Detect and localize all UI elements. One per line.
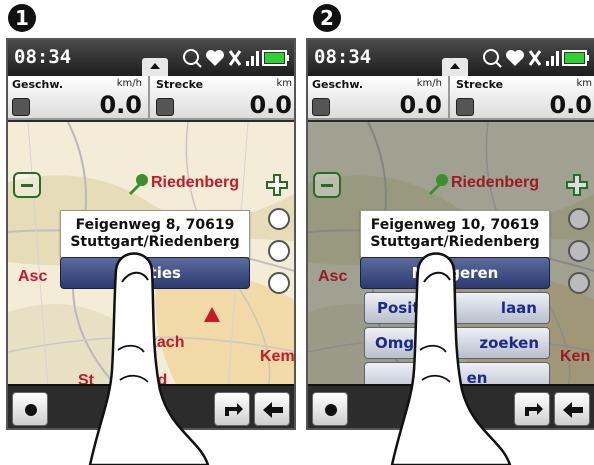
data-fields: Geschw. km/h 0.0 Strecke km 0.0 — [8, 76, 294, 120]
zoom-out-button[interactable] — [313, 172, 341, 198]
speed-unit: km/h — [116, 78, 142, 89]
address-line-2: Stuttgart/Riedenberg — [370, 234, 540, 250]
map-label-riedenberg: Riedenberg — [451, 174, 540, 191]
address-popup: Feigenweg 10, 70619 Stuttgart/Riedenberg — [360, 210, 550, 258]
save-position-label-end: laan — [500, 299, 537, 317]
distance-unit: km — [276, 78, 292, 89]
plus-icon — [566, 174, 588, 196]
speed-label: Geschw. — [312, 78, 364, 91]
status-bar: 08:34 — [308, 40, 594, 76]
rotate-screen-button[interactable] — [514, 392, 550, 426]
cadence-icon — [528, 50, 542, 66]
bicycle-icon[interactable] — [568, 208, 590, 230]
step-badge-1: 1 — [8, 4, 36, 32]
signal-icon — [246, 51, 259, 66]
speed-label: Geschw. — [12, 78, 64, 91]
bottom-bar — [8, 384, 294, 428]
direction-icon[interactable] — [568, 272, 590, 294]
compass-icon[interactable] — [568, 240, 590, 262]
bicycle-icon[interactable] — [268, 208, 290, 230]
record-button[interactable] — [12, 392, 48, 426]
distance-field[interactable]: Strecke km 0.0 — [452, 76, 594, 120]
speedometer-icon — [12, 98, 30, 116]
battery-icon — [562, 50, 589, 66]
rotate-screen-button[interactable] — [214, 392, 250, 426]
back-button[interactable] — [254, 392, 290, 426]
speed-unit: km/h — [416, 78, 442, 89]
back-arrow-icon — [263, 402, 283, 418]
gps-icon — [483, 49, 502, 68]
pull-down-tab[interactable] — [142, 58, 168, 76]
route-icon — [456, 98, 474, 116]
plus-icon — [266, 174, 288, 196]
navigate-button[interactable]: Navigeren — [360, 257, 550, 289]
search-nearby-label-end: zoeken — [479, 334, 539, 352]
zoom-out-button[interactable] — [13, 172, 41, 198]
distance-label: Strecke — [156, 78, 204, 91]
address-popup: Feigenweg 8, 70619 Stuttgart/Riedenberg — [60, 210, 250, 258]
map-label-kem: Kem — [260, 348, 294, 365]
back-button[interactable] — [554, 392, 590, 426]
zoom-in-button[interactable] — [264, 172, 292, 198]
map-side-icons — [568, 208, 590, 294]
search-nearby-label-start: Omgev — [375, 334, 435, 352]
distance-field[interactable]: Strecke km 0.0 — [152, 76, 294, 120]
map-view[interactable]: Riedenberg Asc Ken Feigenweg 10, 70619 S… — [308, 122, 594, 388]
data-fields: Geschw. km/h 0.0 Strecke km 0.0 — [308, 76, 594, 120]
rotate-screen-icon — [525, 403, 543, 416]
address-line-1: Feigenweg 8, 70619 — [75, 217, 235, 233]
distance-value: 0.0 — [249, 91, 292, 119]
status-bar: 08:34 — [8, 40, 294, 76]
address-line-2: Stuttgart/Riedenberg — [70, 234, 240, 250]
speed-value: 0.0 — [99, 91, 142, 119]
signal-icon — [546, 51, 559, 66]
route-icon — [156, 98, 174, 116]
heart-icon — [206, 50, 224, 66]
device-screen-2: 08:34 Geschw. km/h 0.0 Strecke km 0.0 Ri… — [306, 38, 594, 430]
pin-icon — [428, 174, 448, 196]
speed-field[interactable]: Geschw. km/h 0.0 — [8, 76, 150, 120]
distance-label: Strecke — [456, 78, 504, 91]
compass-icon[interactable] — [268, 240, 290, 262]
map-label-asc: Asc — [318, 268, 348, 285]
device-screen-1: 08:34 Geschw. km/h 0.0 Strecke km 0.0 Ri… — [6, 38, 296, 430]
clock: 08:34 — [14, 46, 72, 68]
distance-value: 0.0 — [549, 91, 592, 119]
battery-icon — [262, 50, 289, 66]
save-position-label-start: Posit — [377, 299, 420, 317]
map-label-asc: Asc — [18, 268, 48, 285]
save-position-button[interactable]: Posit laan — [364, 292, 550, 324]
zoom-in-button[interactable] — [564, 172, 592, 198]
speed-field[interactable]: Geschw. km/h 0.0 — [308, 76, 450, 120]
map-label-riedenberg: Riedenberg — [151, 174, 240, 191]
bottom-bar — [308, 384, 594, 428]
address-line-1: Feigenweg 10, 70619 — [370, 217, 540, 233]
speed-value: 0.0 — [399, 91, 442, 119]
map-label-ken: Ken — [560, 348, 591, 365]
map-side-icons — [268, 208, 290, 294]
pull-down-tab[interactable] — [442, 58, 468, 76]
direction-icon[interactable] — [268, 272, 290, 294]
cadence-icon — [228, 50, 242, 66]
clock: 08:34 — [314, 46, 372, 68]
distance-unit: km — [576, 78, 592, 89]
map-view[interactable]: Riedenberg Asc kach St ld Kem Feigenweg … — [8, 122, 294, 388]
pin-icon — [128, 174, 148, 196]
actions-button[interactable]: Acties — [60, 257, 250, 289]
map-label-kach: kach — [148, 334, 185, 351]
gps-icon — [183, 49, 202, 68]
search-nearby-button[interactable]: Omgev zoeken — [364, 327, 550, 359]
record-button[interactable] — [312, 392, 348, 426]
speedometer-icon — [312, 98, 330, 116]
status-icons — [482, 48, 590, 68]
back-arrow-icon — [563, 402, 583, 418]
rotate-screen-icon — [225, 403, 243, 416]
step-badge-2: 2 — [313, 4, 341, 32]
status-icons — [182, 48, 290, 68]
heart-icon — [506, 50, 524, 66]
